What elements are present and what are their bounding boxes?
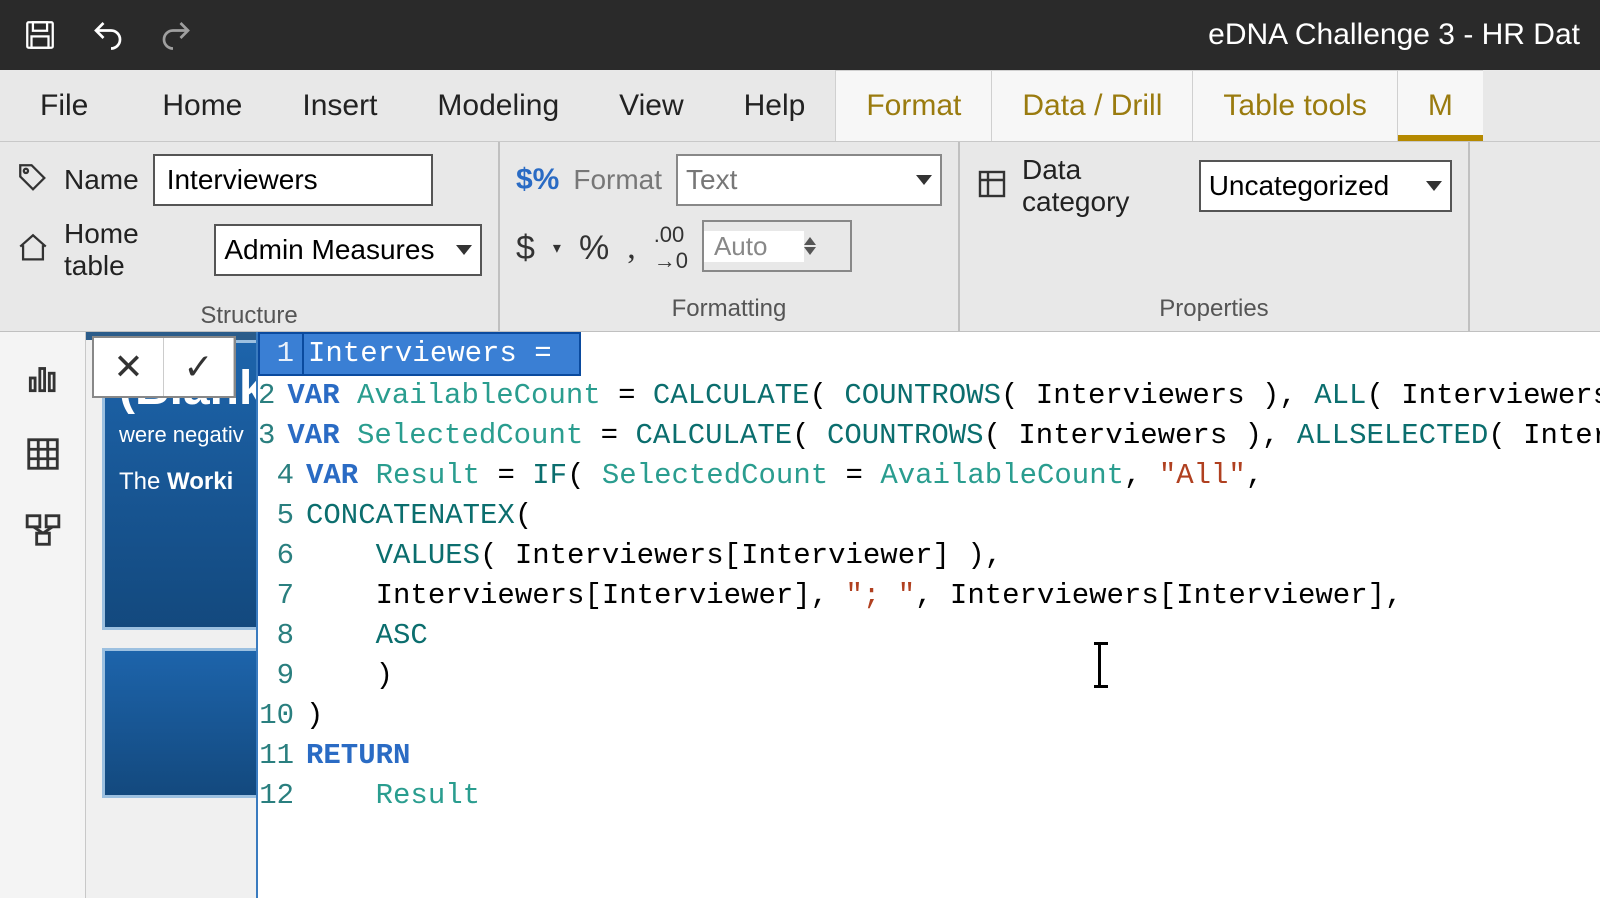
- decimal-places-spinner[interactable]: [702, 220, 852, 272]
- undo-icon[interactable]: [88, 15, 128, 55]
- code-text[interactable]: ): [302, 696, 323, 736]
- text-cursor: [1098, 642, 1101, 688]
- code-text[interactable]: CONCATENATEX(: [302, 496, 532, 536]
- code-text[interactable]: VAR AvailableCount = CALCULATE( COUNTROW…: [283, 376, 1600, 416]
- name-label: Name: [64, 164, 139, 196]
- line-number: 3: [258, 416, 283, 456]
- dax-line[interactable]: 3VAR SelectedCount = CALCULATE( COUNTROW…: [258, 416, 1600, 456]
- menu-measure-tools[interactable]: M: [1397, 70, 1483, 141]
- line-number: 12: [258, 776, 302, 816]
- dax-editor[interactable]: 1Interviewers = 2VAR AvailableCount = CA…: [256, 332, 1600, 898]
- dax-line[interactable]: 12 Result: [258, 776, 1600, 816]
- dax-line[interactable]: 9 ): [258, 656, 1600, 696]
- card-line-2: The Worki: [119, 468, 255, 496]
- line-number: 2: [258, 376, 283, 416]
- code-text[interactable]: VALUES( Interviewers[Interviewer] ),: [302, 536, 1002, 576]
- redo-icon[interactable]: [156, 15, 196, 55]
- home-table-select[interactable]: Admin Measures: [214, 224, 482, 276]
- ribbon: Name Home table Admin Measures Structure…: [0, 142, 1600, 332]
- data-category-select[interactable]: Uncategorized: [1199, 160, 1452, 212]
- code-text[interactable]: VAR SelectedCount = CALCULATE( COUNTROWS…: [283, 416, 1600, 456]
- chevron-down-icon: [456, 245, 472, 255]
- line-number: 6: [258, 536, 302, 576]
- save-icon[interactable]: [20, 15, 60, 55]
- dax-line[interactable]: 11RETURN: [258, 736, 1600, 776]
- data-category-value: Uncategorized: [1209, 170, 1390, 202]
- menu-bar: File Home Insert Modeling View Help Form…: [0, 70, 1600, 142]
- card-visual-2[interactable]: [102, 648, 272, 798]
- menu-data-drill[interactable]: Data / Drill: [991, 70, 1192, 141]
- line-number: 1: [258, 332, 302, 376]
- data-category-label: Data category: [1022, 154, 1185, 218]
- menu-format[interactable]: Format: [835, 70, 991, 141]
- formula-toolbar: ✕ ✓: [92, 336, 236, 398]
- dax-line[interactable]: 10): [258, 696, 1600, 736]
- menu-table-tools[interactable]: Table tools: [1192, 70, 1396, 141]
- decimal-icon[interactable]: .00→0: [654, 222, 688, 274]
- line-number: 8: [258, 616, 302, 656]
- code-text[interactable]: ASC: [302, 616, 428, 656]
- percent-icon[interactable]: %: [579, 229, 609, 268]
- view-rail: [0, 332, 86, 898]
- thousands-icon[interactable]: ,: [627, 229, 636, 267]
- tag-icon: [16, 161, 50, 200]
- line-number: 4: [258, 456, 302, 496]
- data-view-icon[interactable]: [21, 432, 65, 476]
- chevron-down-icon[interactable]: ▾: [553, 238, 561, 258]
- chevron-down-icon: [1426, 181, 1442, 191]
- dax-line[interactable]: 6 VALUES( Interviewers[Interviewer] ),: [258, 536, 1600, 576]
- line-number: 7: [258, 576, 302, 616]
- commit-formula-icon[interactable]: ✓: [164, 338, 234, 396]
- model-view-icon[interactable]: [21, 508, 65, 552]
- menu-view[interactable]: View: [589, 70, 713, 141]
- measure-name-input[interactable]: [153, 154, 433, 206]
- dax-line[interactable]: 7 Interviewers[Interviewer], "; ", Inter…: [258, 576, 1600, 616]
- format-value: Text: [686, 164, 737, 196]
- home-icon: [16, 231, 50, 270]
- cancel-formula-icon[interactable]: ✕: [94, 338, 164, 396]
- visual-card-stack: (Blank) were negativ The Worki: [102, 340, 272, 816]
- group-formatting-label: Formatting: [516, 287, 942, 331]
- category-icon: [976, 168, 1008, 205]
- code-text[interactable]: Result: [302, 776, 480, 816]
- menu-modeling[interactable]: Modeling: [407, 70, 589, 141]
- home-table-value: Admin Measures: [224, 234, 434, 266]
- dax-line[interactable]: 1Interviewers =: [258, 332, 1600, 376]
- currency-icon[interactable]: $: [516, 229, 535, 268]
- line-number: 11: [258, 736, 302, 776]
- format-label: Format: [573, 164, 662, 196]
- menu-home[interactable]: Home: [132, 70, 272, 141]
- report-view-icon[interactable]: [21, 356, 65, 400]
- window-title: eDNA Challenge 3 - HR Dat: [196, 18, 1580, 52]
- format-select[interactable]: Text: [676, 154, 942, 206]
- group-properties-label: Properties: [976, 287, 1452, 331]
- menu-help[interactable]: Help: [714, 70, 836, 141]
- title-bar: eDNA Challenge 3 - HR Dat: [0, 0, 1600, 70]
- home-table-label: Home table: [64, 218, 200, 282]
- dax-line[interactable]: 5CONCATENATEX(: [258, 496, 1600, 536]
- dax-line[interactable]: 4VAR Result = IF( SelectedCount = Availa…: [258, 456, 1600, 496]
- code-text[interactable]: ): [302, 656, 393, 696]
- code-text[interactable]: Interviewers =: [302, 332, 581, 376]
- code-text[interactable]: RETURN: [302, 736, 410, 776]
- code-text[interactable]: VAR Result = IF( SelectedCount = Availab…: [302, 456, 1263, 496]
- line-number: 10: [258, 696, 302, 736]
- menu-insert[interactable]: Insert: [272, 70, 407, 141]
- chevron-down-icon: [916, 175, 932, 185]
- line-number: 9: [258, 656, 302, 696]
- format-icon: $%: [516, 163, 559, 197]
- menu-file[interactable]: File: [0, 70, 132, 141]
- decimal-value[interactable]: [704, 231, 804, 262]
- dax-line[interactable]: 8 ASC: [258, 616, 1600, 656]
- line-number: 5: [258, 496, 302, 536]
- dax-line[interactable]: 2VAR AvailableCount = CALCULATE( COUNTRO…: [258, 376, 1600, 416]
- report-canvas: ✕ ✓ (Blank) were negativ The Worki 1Inte…: [86, 332, 1600, 898]
- card-line-1: were negativ: [119, 422, 255, 448]
- code-text[interactable]: Interviewers[Interviewer], "; ", Intervi…: [302, 576, 1402, 616]
